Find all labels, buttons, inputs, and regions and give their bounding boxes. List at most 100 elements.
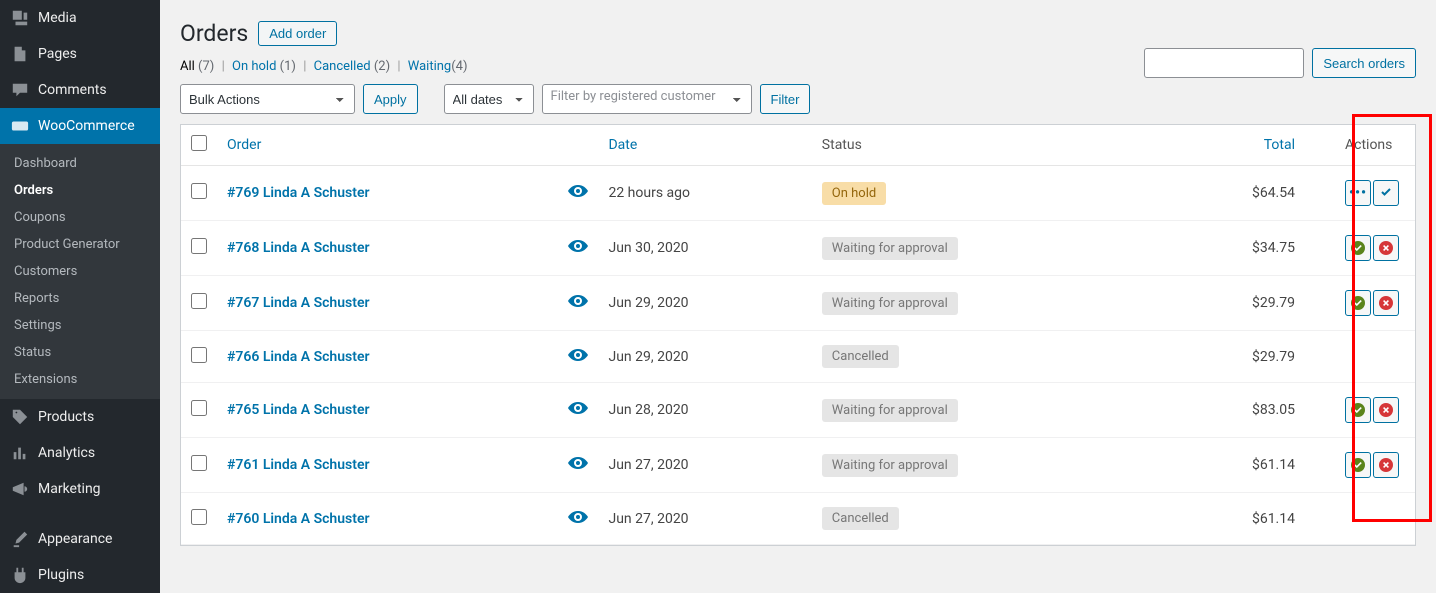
row-checkbox[interactable] [191,293,207,309]
order-link[interactable]: #767 Linda A Schuster [227,295,370,311]
order-link[interactable]: #760 Linda A Schuster [227,511,370,527]
sidebar-label: Analytics [38,445,95,461]
sidebar-item-pages[interactable]: Pages [0,36,160,72]
table-row[interactable]: #768 Linda A SchusterJun 30, 2020Waiting… [181,221,1415,276]
status-badge: Cancelled [822,345,899,368]
date-filter-select[interactable]: All dates [444,84,534,114]
order-link[interactable]: #761 Linda A Schuster [227,457,370,473]
sidebar-item-products[interactable]: Products [0,399,160,435]
table-row[interactable]: #761 Linda A SchusterJun 27, 2020Waiting… [181,438,1415,493]
submenu-status[interactable]: Status [0,339,160,366]
submenu-product-generator[interactable]: Product Generator [0,231,160,258]
bulk-actions-select[interactable]: Bulk Actions [180,84,355,114]
approve-button[interactable] [1345,397,1371,423]
more-actions-button[interactable]: ••• [1345,180,1371,206]
sidebar-item-media[interactable]: Media [0,0,160,36]
reject-button[interactable] [1373,397,1399,423]
preview-icon[interactable] [568,349,588,365]
approve-button[interactable] [1345,290,1371,316]
woo-submenu: Dashboard Orders Coupons Product Generat… [0,144,160,399]
page-title: Orders [180,20,248,47]
megaphone-icon [10,479,30,499]
submenu-reports[interactable]: Reports [0,285,160,312]
sidebar-item-woocommerce[interactable]: WooCommerce [0,108,160,144]
sidebar-item-plugins[interactable]: Plugins [0,557,160,593]
search-input[interactable] [1144,48,1304,78]
status-badge: Waiting for approval [822,399,958,422]
submenu-coupons[interactable]: Coupons [0,204,160,231]
reject-button[interactable] [1373,290,1399,316]
submenu-extensions[interactable]: Extensions [0,366,160,393]
row-checkbox[interactable] [191,455,207,471]
search-orders-button[interactable]: Search orders [1312,48,1416,78]
complete-button[interactable] [1373,180,1399,206]
table-row[interactable]: #767 Linda A SchusterJun 29, 2020Waiting… [181,276,1415,331]
sidebar-label: Plugins [38,567,84,583]
preview-icon[interactable] [568,295,588,311]
order-link[interactable]: #765 Linda A Schuster [227,402,370,418]
sidebar-item-appearance[interactable]: Appearance [0,521,160,557]
row-checkbox[interactable] [191,509,207,525]
header-total[interactable]: Total [1139,125,1335,166]
submenu-customers[interactable]: Customers [0,258,160,285]
reject-button[interactable] [1373,452,1399,478]
plugin-icon [10,565,30,585]
filter-onhold[interactable]: On hold (1) [232,59,296,74]
approve-button[interactable] [1345,452,1371,478]
row-checkbox[interactable] [191,400,207,416]
order-total: $64.54 [1139,166,1335,221]
woo-icon [10,116,30,136]
order-link[interactable]: #768 Linda A Schuster [227,240,370,256]
filter-button[interactable]: Filter [760,84,811,114]
preview-icon[interactable] [568,511,588,527]
header-status: Status [812,125,1140,166]
status-badge: Waiting for approval [822,292,958,315]
apply-button[interactable]: Apply [363,84,418,114]
header-actions: Actions [1335,125,1415,166]
submenu-orders[interactable]: Orders [0,177,160,204]
submenu-dashboard[interactable]: Dashboard [0,150,160,177]
select-all-checkbox[interactable] [191,135,207,151]
order-total: $61.14 [1139,493,1335,545]
table-row[interactable]: #766 Linda A SchusterJun 29, 2020Cancell… [181,331,1415,383]
preview-icon[interactable] [568,402,588,418]
sidebar-label: Pages [38,46,77,62]
sidebar-label: Comments [38,82,107,98]
preview-icon[interactable] [568,185,588,201]
media-icon [10,8,30,28]
sidebar-item-marketing[interactable]: Marketing [0,471,160,507]
status-badge: On hold [822,182,886,205]
sidebar-item-comments[interactable]: Comments [0,72,160,108]
sidebar-item-analytics[interactable]: Analytics [0,435,160,471]
order-total: $29.79 [1139,331,1335,383]
page-icon [10,44,30,64]
row-checkbox[interactable] [191,238,207,254]
preview-icon[interactable] [568,457,588,473]
header-order[interactable]: Order [217,125,558,166]
approve-button[interactable] [1345,235,1371,261]
order-link[interactable]: #769 Linda A Schuster [227,185,370,201]
filter-all-label[interactable]: All [180,59,195,74]
preview-icon[interactable] [568,240,588,256]
header-date[interactable]: Date [598,125,811,166]
reject-button[interactable] [1373,235,1399,261]
order-date: Jun 27, 2020 [598,493,811,545]
filter-cancelled[interactable]: Cancelled (2) [314,59,391,74]
table-row[interactable]: #765 Linda A Schuster Jun 28, 2020 Waiting… [181,383,1415,438]
order-date: Jun 28, 2020 [598,383,811,438]
row-checkbox[interactable] [191,347,207,363]
filter-waiting[interactable]: Waiting(4) [408,59,468,74]
table-row[interactable]: #760 Linda A SchusterJun 27, 2020Cancell… [181,493,1415,545]
sidebar-label: Marketing [38,481,101,497]
order-total: $29.79 [1139,276,1335,331]
customer-filter-select[interactable]: Filter by registered customer [542,84,752,114]
order-link[interactable]: #766 Linda A Schuster [227,349,370,365]
comment-icon [10,80,30,100]
add-order-button[interactable]: Add order [258,21,337,46]
brush-icon [10,529,30,549]
submenu-settings[interactable]: Settings [0,312,160,339]
sidebar-label: WooCommerce [38,118,135,134]
row-checkbox[interactable] [191,183,207,199]
order-total: $83.05 [1139,383,1335,438]
table-row[interactable]: #769 Linda A Schuster22 hours agoOn hold… [181,166,1415,221]
